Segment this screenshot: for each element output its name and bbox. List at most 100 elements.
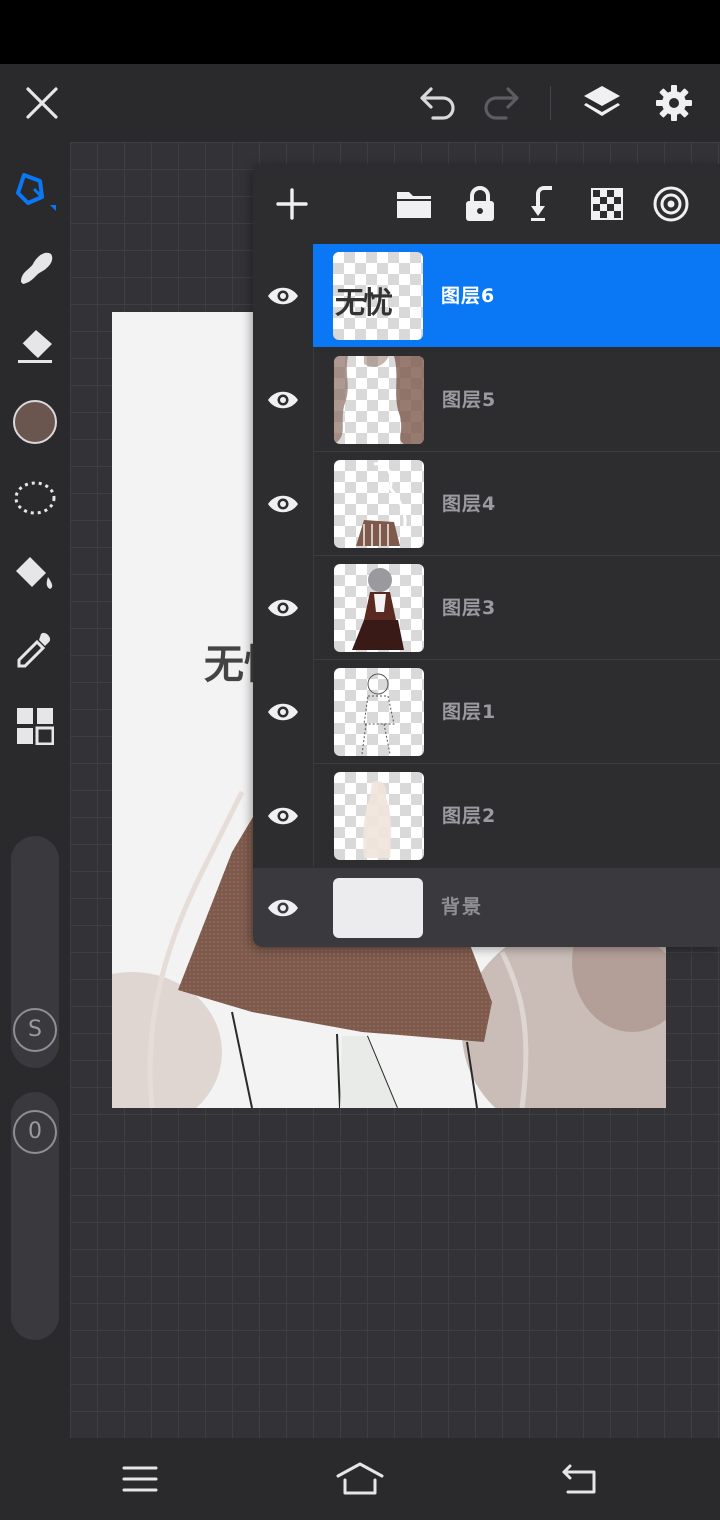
folder-icon xyxy=(397,192,431,218)
gallery-tool[interactable] xyxy=(0,694,70,758)
home-icon xyxy=(336,1462,384,1495)
layer-body: 无忧 图层6 xyxy=(313,244,720,347)
eyedropper-tool[interactable] xyxy=(0,618,70,682)
background-layer-name: 背景 xyxy=(441,896,484,918)
layer-name: 图层4 xyxy=(442,493,497,515)
eye-icon xyxy=(268,391,298,409)
settings-icon xyxy=(656,85,692,121)
home-button[interactable] xyxy=(300,1438,420,1520)
top-toolbar xyxy=(0,64,720,142)
eye-icon xyxy=(268,599,298,617)
tool-sidebar: S 0 xyxy=(0,142,70,1438)
lock-icon xyxy=(466,186,494,221)
opacity-indicator: 0 xyxy=(13,1110,57,1154)
lock-button[interactable] xyxy=(448,164,512,244)
color-picker-button[interactable] xyxy=(0,390,70,454)
back-icon xyxy=(562,1464,596,1494)
layer-row-1[interactable]: 图层1 xyxy=(253,660,720,764)
visibility-toggle[interactable] xyxy=(253,244,313,348)
fill-bucket-icon xyxy=(16,557,53,589)
layer-body: 图层5 xyxy=(313,348,720,451)
eye-icon xyxy=(268,703,298,721)
visibility-toggle[interactable] xyxy=(253,348,313,452)
redo-button[interactable] xyxy=(470,64,534,142)
layer-row-3[interactable]: 图层3 xyxy=(253,556,720,660)
layer-body: 图层4 xyxy=(313,452,720,555)
layers-icon xyxy=(584,86,620,116)
folder-button[interactable] xyxy=(382,164,446,244)
layers-panel: 无忧 图层6 图层5 图层4 图层3 图层1 图层2 背景 xyxy=(253,164,720,947)
settings-button[interactable] xyxy=(642,64,706,142)
background-layer-row[interactable]: 背景 xyxy=(253,868,720,947)
layer-row-5[interactable]: 图层5 xyxy=(253,348,720,452)
toolbar-divider xyxy=(550,86,551,120)
eraser-icon xyxy=(18,330,52,363)
add-layer-icon xyxy=(276,188,308,220)
layer-body: 图层1 xyxy=(313,660,720,763)
layer-name: 图层2 xyxy=(442,805,497,827)
thumbnail-art xyxy=(334,356,424,444)
eye-icon xyxy=(268,495,298,513)
visibility-toggle[interactable] xyxy=(253,868,313,947)
eraser-tool[interactable] xyxy=(0,314,70,378)
undo-button[interactable] xyxy=(405,64,469,142)
eye-icon xyxy=(268,899,298,916)
layer-name: 图层1 xyxy=(442,701,497,723)
visibility-toggle[interactable] xyxy=(253,556,313,660)
eye-icon xyxy=(268,807,298,825)
layer-row-6[interactable]: 无忧 图层6 xyxy=(253,244,720,348)
smudge-icon xyxy=(21,252,53,284)
merge-down-button[interactable] xyxy=(511,164,575,244)
layer-thumbnail xyxy=(334,668,424,756)
thumbnail-art xyxy=(356,462,407,546)
thumbnail-text: 无忧 xyxy=(335,286,393,321)
thumbnail-art xyxy=(361,673,395,755)
layer-thumbnail xyxy=(334,564,424,652)
blend-mode-icon xyxy=(653,186,689,222)
alpha-lock-icon xyxy=(591,188,623,220)
layer-thumbnail: 无忧 xyxy=(333,252,423,340)
eye-icon xyxy=(268,287,298,305)
merge-down-icon xyxy=(531,186,552,221)
eyedropper-icon xyxy=(17,632,51,668)
thumbnail-art xyxy=(363,780,392,858)
menu-button[interactable] xyxy=(80,1438,200,1520)
layer-thumbnail xyxy=(334,356,424,444)
layer-thumbnail xyxy=(334,772,424,860)
undo-icon xyxy=(420,87,455,120)
size-indicator: S xyxy=(13,1008,57,1052)
grid-icon xyxy=(17,708,54,745)
visibility-toggle[interactable] xyxy=(253,660,313,764)
layers-button[interactable] xyxy=(570,64,634,142)
menu-icon xyxy=(122,1466,158,1492)
lasso-icon xyxy=(14,481,56,515)
layer-body: 图层3 xyxy=(313,556,720,659)
back-button[interactable] xyxy=(520,1438,640,1520)
close-button[interactable] xyxy=(10,64,74,142)
layers-toolbar xyxy=(253,164,720,244)
brush-icon xyxy=(16,173,56,211)
add-layer-button[interactable] xyxy=(260,164,324,244)
visibility-toggle[interactable] xyxy=(253,764,313,868)
lasso-tool[interactable] xyxy=(0,466,70,530)
smudge-tool[interactable] xyxy=(0,236,70,300)
fill-tool[interactable] xyxy=(0,542,70,606)
layer-name: 图层5 xyxy=(442,389,497,411)
color-swatch xyxy=(13,400,57,444)
alpha-lock-button[interactable] xyxy=(575,164,639,244)
brush-tool[interactable] xyxy=(0,158,70,222)
layer-name: 图层3 xyxy=(442,597,497,619)
layer-name: 图层6 xyxy=(441,285,496,307)
visibility-toggle[interactable] xyxy=(253,452,313,556)
close-icon xyxy=(26,87,58,119)
layer-body: 图层2 xyxy=(313,764,720,867)
background-thumbnail xyxy=(333,878,423,938)
status-bar xyxy=(0,0,720,64)
layer-row-2[interactable]: 图层2 xyxy=(253,764,720,868)
layer-thumbnail xyxy=(334,460,424,548)
layer-row-4[interactable]: 图层4 xyxy=(253,452,720,556)
redo-icon xyxy=(484,87,519,120)
thumbnail-art xyxy=(352,568,404,650)
blend-mode-button[interactable] xyxy=(639,164,703,244)
system-nav-bar xyxy=(0,1438,720,1520)
